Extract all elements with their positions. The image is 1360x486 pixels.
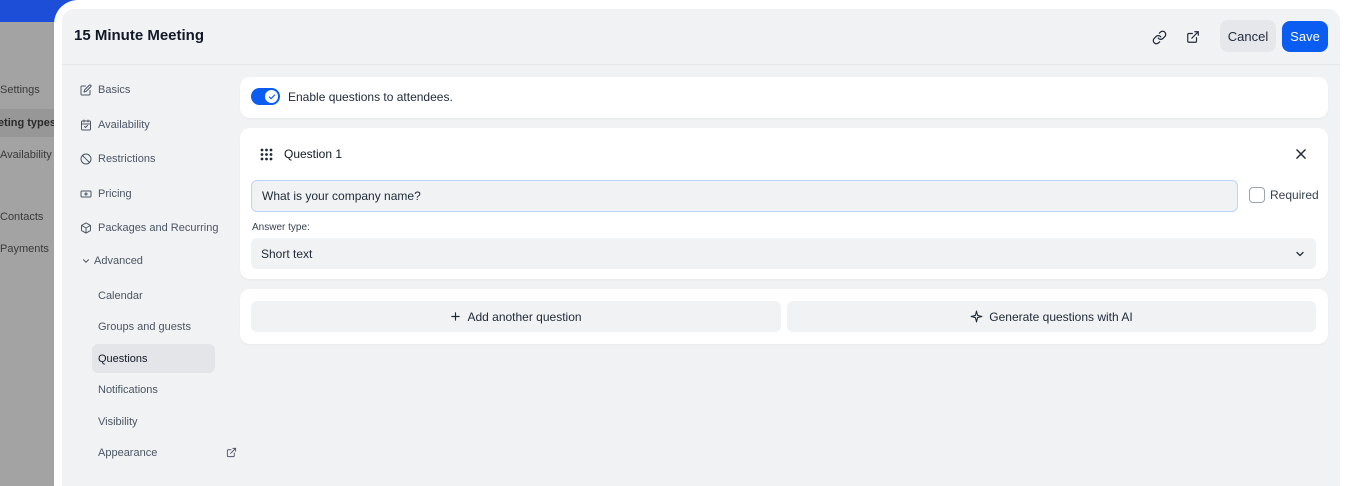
nav-section-label: Advanced [94,255,143,267]
nav-item-pricing[interactable]: Pricing [80,184,132,204]
close-icon [1296,149,1306,159]
external-link-icon [226,438,237,467]
add-question-label: Add another question [467,309,582,324]
cancel-button[interactable]: Cancel [1220,20,1276,52]
nav-subitem-groups[interactable]: Groups and guests [92,312,215,341]
nav-item-label: Basics [98,84,131,96]
remove-question-button[interactable] [1294,147,1308,166]
toggle-knob [265,90,278,103]
edit-icon [80,84,92,96]
question-text-input[interactable] [251,180,1238,212]
nav-subitem-label: Visibility [98,415,138,428]
check-icon [268,93,275,99]
nav-subitem-label: Appearance [98,446,158,459]
editor-panel: 15 Minute Meeting Cancel Save Basics Ava… [62,9,1340,486]
save-button[interactable]: Save [1282,21,1328,52]
sparkle-icon [970,310,983,323]
editor-header: 15 Minute Meeting Cancel Save [62,9,1340,65]
package-icon [80,222,92,234]
generate-questions-ai-button[interactable]: Generate questions with AI [787,301,1316,332]
question-actions-card: Add another question Generate questions … [240,289,1328,344]
external-link-icon [1187,31,1199,43]
drag-handle-icon[interactable] [260,148,273,166]
money-icon [80,188,92,200]
add-question-button[interactable]: Add another question [251,301,781,332]
question-card: Question 1 Required Answer type: Short t… [240,128,1328,279]
nav-subitem-notifications[interactable]: Notifications [92,375,215,404]
enable-questions-card: Enable questions to attendees. [240,77,1328,118]
background-sidebar: Settings Meeting types Availability Cont… [0,22,60,486]
background-sidebar-item: Contacts [0,211,44,223]
link-icon [1152,30,1166,44]
answer-type-label: Answer type: [252,222,310,233]
nav-subitem-visibility[interactable]: Visibility [92,407,215,436]
nav-item-restrictions[interactable]: Restrictions [80,149,155,169]
generate-questions-label: Generate questions with AI [989,309,1133,324]
calendar-icon [80,119,92,131]
page-title: 15 Minute Meeting [74,27,205,44]
background-sidebar-item: Settings [0,84,40,96]
nav-subitem-label: Questions [98,352,148,365]
nav-section-advanced[interactable]: Advanced [80,251,143,271]
nav-subitem-label: Calendar [98,289,143,302]
nav-item-label: Packages and Recurring [98,222,219,234]
chevron-down-icon [80,255,92,267]
background-sidebar-item: Payments [0,243,49,255]
background-sidebar-item-active: Meeting types [0,109,56,137]
answer-type-value: Short text [261,246,313,261]
background-sidebar-item: Availability [0,149,52,161]
chevron-down-icon [1296,251,1304,257]
enable-questions-label: Enable questions to attendees. [288,90,453,104]
meeting-type-editor-modal: 15 Minute Meeting Cancel Save Basics Ava… [54,0,1360,486]
question-title: Question 1 [284,147,343,161]
plus-icon [451,312,461,321]
nav-subitem-appearance[interactable]: Appearance [92,438,237,467]
nav-item-basics[interactable]: Basics [80,80,130,100]
nav-item-availability[interactable]: Availability [80,115,150,135]
nav-item-label: Availability [98,119,150,131]
open-external-button[interactable] [1182,26,1204,48]
required-label: Required [1270,188,1319,202]
copy-link-button[interactable] [1148,26,1170,48]
required-checkbox[interactable] [1249,187,1265,203]
nav-subitem-label: Notifications [98,383,158,396]
nav-item-packages[interactable]: Packages and Recurring [80,218,218,238]
nav-subitem-label: Groups and guests [98,320,191,333]
ban-icon [80,153,92,165]
nav-subitem-questions[interactable]: Questions [92,344,215,373]
nav-item-label: Restrictions [98,153,156,165]
nav-subitem-calendar[interactable]: Calendar [92,281,215,310]
answer-type-select[interactable]: Short text [251,238,1316,269]
nav-item-label: Pricing [98,188,132,200]
enable-questions-toggle[interactable] [251,88,280,105]
